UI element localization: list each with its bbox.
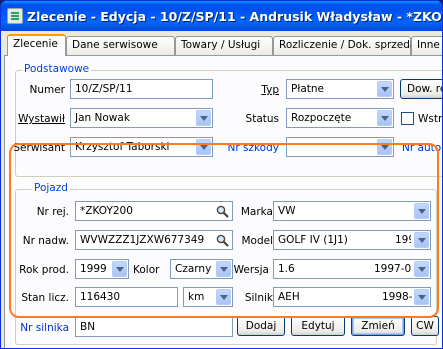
wystawil-label: Wystawił: [18, 113, 65, 125]
wstrzymane-label: Wstrzy: [418, 113, 443, 125]
cw-button[interactable]: CW: [411, 316, 439, 336]
status-select[interactable]: Rozpoczęte: [286, 108, 394, 128]
podstawowe-title: Podstawowe: [22, 63, 92, 75]
typ-select[interactable]: Płatne: [286, 79, 394, 99]
nr-silnika-link[interactable]: Nr silnika: [15, 322, 69, 334]
chevron-down-icon[interactable]: [196, 110, 211, 126]
wystawil-select[interactable]: Jan Nowak: [70, 108, 213, 128]
tab-inne[interactable]: Inne: [411, 36, 442, 55]
window: Zlecenie - Edycja - 10/Z/SP/11 - Andrusi…: [0, 0, 443, 349]
zmien-button[interactable]: Zmień: [351, 316, 405, 336]
tab-rozliczenie[interactable]: Rozliczenie / Dok. sprzedaży: [273, 36, 428, 55]
dow-rejestracyjny-button[interactable]: Dow. re: [400, 79, 442, 99]
numer-field[interactable]: 10/Z/SP/11: [70, 79, 213, 99]
chevron-down-icon[interactable]: [377, 110, 392, 126]
dodaj-button[interactable]: Dodaj: [237, 316, 285, 336]
app-icon: [7, 8, 23, 24]
window-title: Zlecenie - Edycja - 10/Z/SP/11 - Andrusi…: [27, 9, 442, 24]
tab-dane-serwisowe[interactable]: Dane serwisowe: [66, 36, 175, 55]
tab-towary-uslugi[interactable]: Towary / Usługi: [175, 36, 273, 55]
typ-label: Typ: [261, 84, 279, 96]
title-bar[interactable]: Zlecenie - Edycja - 10/Z/SP/11 - Andrusi…: [1, 1, 442, 31]
numer-label: Numer: [29, 84, 65, 96]
nr-silnika-field[interactable]: BN: [75, 317, 233, 337]
chevron-down-icon[interactable]: [377, 81, 392, 97]
highlight-frame: [9, 143, 439, 318]
status-label: Status: [245, 113, 279, 125]
edytuj-button[interactable]: Edytuj: [291, 316, 345, 336]
wstrzymane-checkbox[interactable]: [401, 112, 414, 125]
tab-zlecenie[interactable]: Zlecenie: [7, 34, 66, 56]
